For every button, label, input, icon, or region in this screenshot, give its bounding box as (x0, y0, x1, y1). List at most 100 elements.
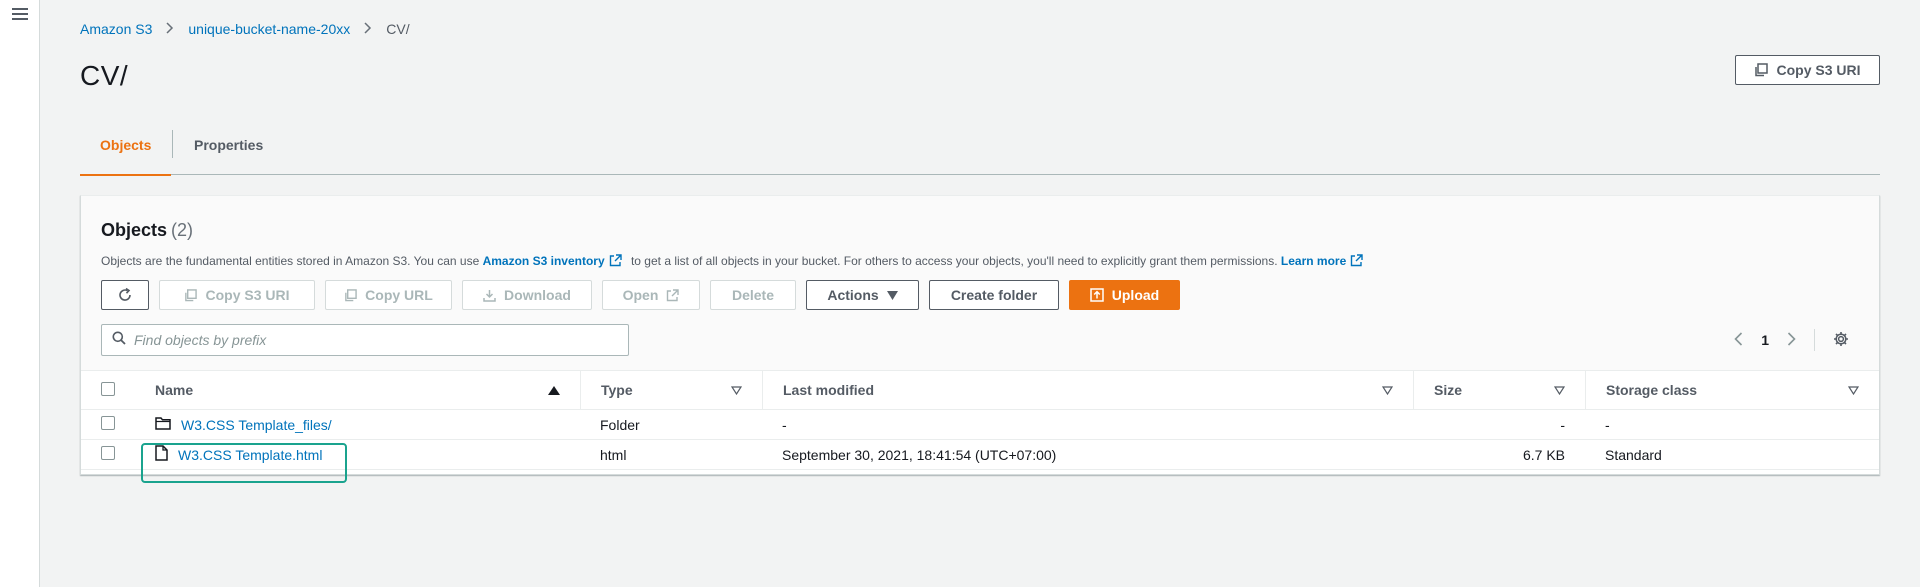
copy-url-button[interactable]: Copy URL (325, 280, 452, 310)
create-folder-label: Create folder (950, 287, 1038, 303)
search-box (101, 324, 629, 356)
column-last-modified-label: Last modified (783, 382, 875, 398)
refresh-icon (117, 287, 133, 303)
tab-divider (172, 130, 173, 158)
column-size-label: Size (1434, 382, 1463, 398)
chevron-right-icon (166, 21, 174, 37)
upload-label: Upload (1111, 287, 1160, 303)
column-name-label: Name (155, 382, 194, 398)
objects-panel-header: Objects (2) Objects are the fundamental e… (81, 196, 1879, 371)
type-cell: Folder (580, 409, 762, 440)
select-all-cell (81, 371, 135, 410)
objects-title: Objects (101, 220, 168, 240)
current-page-number[interactable]: 1 (1761, 332, 1769, 348)
last-modified-cell: September 30, 2021, 18:41:54 (UTC+07:00) (762, 439, 1413, 470)
copy-url-label: Copy URL (365, 287, 433, 303)
sort-icon[interactable] (1847, 382, 1860, 398)
sort-icon[interactable] (1381, 382, 1394, 398)
storage-class-cell: - (1585, 409, 1879, 440)
column-header-name[interactable]: Name (135, 371, 580, 410)
page-title: CV/ (80, 60, 129, 91)
copy-icon (344, 288, 357, 302)
copy-s3-uri-label: Copy S3 URI (1776, 62, 1861, 78)
upload-icon (1090, 288, 1104, 302)
select-all-checkbox[interactable] (101, 381, 115, 396)
upload-button[interactable]: Upload (1069, 280, 1180, 310)
left-navigation-rail (0, 0, 40, 587)
download-icon (483, 289, 496, 302)
objects-toolbar: Copy S3 URI Copy URL Download Open Delet… (101, 280, 1180, 310)
pagination-divider (1814, 329, 1815, 351)
objects-count: (2) (171, 220, 194, 240)
refresh-button[interactable] (101, 280, 149, 310)
row-select-cell (81, 409, 135, 440)
gear-icon[interactable] (1833, 331, 1849, 350)
sort-icon[interactable] (1553, 382, 1566, 398)
sort-ascending-icon[interactable] (548, 385, 560, 395)
object-link[interactable]: W3.CSS Template.html (178, 447, 322, 463)
open-label: Open (622, 287, 659, 303)
create-folder-button[interactable]: Create folder (929, 280, 1059, 310)
actions-label: Actions (827, 287, 879, 303)
storage-class-cell: Standard (1585, 439, 1879, 470)
table-row[interactable]: W3.CSS Template_files/ Folder - - - (81, 409, 1879, 440)
description-text: Objects are the fundamental entities sto… (101, 254, 480, 268)
pagination: 1 (1734, 324, 1849, 356)
column-storage-class-label: Storage class (1606, 382, 1698, 398)
row-checkbox[interactable] (101, 446, 115, 460)
copy-icon (1754, 63, 1769, 77)
external-link-icon (609, 254, 622, 270)
table-header-row: Name Type Last modified Size Storage cla… (81, 371, 1879, 410)
search-icon (112, 331, 126, 350)
breadcrumb-current: CV/ (386, 21, 410, 37)
last-modified-cell: - (762, 409, 1413, 440)
tab-objects[interactable]: Objects (80, 128, 172, 176)
name-cell: W3.CSS Template_files/ (135, 409, 580, 440)
download-label: Download (504, 287, 571, 303)
size-cell: - (1413, 409, 1585, 440)
row-select-cell (81, 439, 135, 470)
name-cell: W3.CSS Template.html (135, 439, 580, 470)
row-checkbox[interactable] (101, 416, 115, 430)
column-type-label: Type (601, 382, 633, 398)
menu-icon[interactable] (12, 8, 28, 22)
objects-panel: Objects (2) Objects are the fundamental e… (80, 195, 1880, 475)
type-cell: html (580, 439, 762, 470)
open-button[interactable]: Open (602, 280, 700, 310)
delete-label: Delete (731, 287, 775, 303)
search-input[interactable] (134, 332, 614, 348)
external-link-icon (1350, 254, 1363, 270)
objects-table: Name Type Last modified Size Storage cla… (81, 371, 1879, 470)
column-header-type[interactable]: Type (580, 371, 762, 410)
actions-dropdown[interactable]: Actions (806, 280, 919, 310)
breadcrumb-bucket[interactable]: unique-bucket-name-20xx (188, 21, 350, 37)
file-icon (155, 445, 168, 464)
description-text-2: to get a list of all objects in your buc… (630, 254, 1278, 268)
column-header-storage-class[interactable]: Storage class (1585, 371, 1879, 410)
previous-page-icon[interactable] (1734, 331, 1743, 349)
column-header-size[interactable]: Size (1413, 371, 1585, 410)
table-row[interactable]: W3.CSS Template.html html September 30, … (81, 439, 1879, 470)
size-cell: 6.7 KB (1413, 439, 1585, 470)
folder-icon (155, 416, 171, 433)
copy-icon (184, 288, 198, 302)
column-header-last-modified[interactable]: Last modified (762, 371, 1413, 410)
tab-properties[interactable]: Properties (174, 128, 283, 174)
s3-inventory-link[interactable]: Amazon S3 inventory (483, 254, 605, 268)
chevron-right-icon (364, 21, 372, 37)
learn-more-link[interactable]: Learn more (1281, 254, 1346, 268)
breadcrumb-amazon-s3[interactable]: Amazon S3 (80, 21, 152, 37)
objects-description: Objects are the fundamental entities sto… (101, 254, 1369, 270)
copy-s3-uri-toolbar-button[interactable]: Copy S3 URI (159, 280, 315, 310)
delete-button[interactable]: Delete (710, 280, 796, 310)
sort-icon[interactable] (730, 382, 743, 398)
caret-down-icon (886, 290, 898, 300)
tab-bar: Objects Properties (80, 128, 1880, 176)
breadcrumb: Amazon S3 unique-bucket-name-20xx CV/ (80, 21, 410, 37)
download-button[interactable]: Download (462, 280, 592, 310)
external-link-icon (666, 288, 680, 302)
copy-s3-uri-button[interactable]: Copy S3 URI (1735, 55, 1880, 85)
next-page-icon[interactable] (1787, 331, 1796, 349)
objects-heading: Objects (2) (101, 220, 193, 241)
object-link[interactable]: W3.CSS Template_files/ (181, 417, 332, 433)
